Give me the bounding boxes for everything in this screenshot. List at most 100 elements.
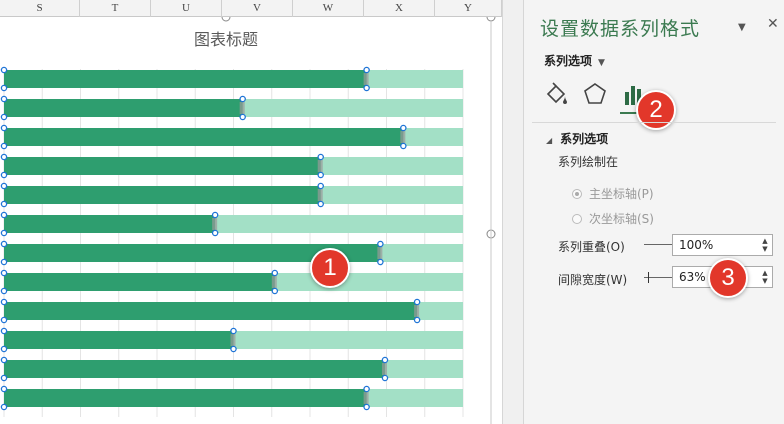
selection-handle[interactable] bbox=[377, 240, 384, 248]
selection-handle[interactable] bbox=[413, 316, 421, 324]
spin-buttons[interactable]: ▲ ▼ bbox=[761, 237, 769, 253]
column-header-x[interactable]: X bbox=[364, 0, 435, 17]
selection-handle[interactable] bbox=[377, 258, 384, 266]
value-bar[interactable] bbox=[4, 186, 321, 204]
column-header-u[interactable]: U bbox=[151, 0, 222, 17]
value-bar[interactable] bbox=[4, 157, 321, 175]
vertical-scrollbar[interactable] bbox=[502, 0, 524, 424]
selection-handle[interactable] bbox=[230, 327, 237, 335]
value-bar[interactable] bbox=[4, 70, 367, 88]
selection-handle[interactable] bbox=[0, 153, 8, 161]
bar-end-marker bbox=[363, 392, 369, 404]
value-bar[interactable] bbox=[4, 331, 234, 349]
selection-handle[interactable] bbox=[271, 269, 279, 277]
column-header-v[interactable]: V bbox=[222, 0, 293, 17]
selection-handle[interactable] bbox=[0, 356, 8, 364]
selection-handle[interactable] bbox=[0, 327, 8, 335]
selection-handle[interactable] bbox=[400, 142, 407, 150]
selection-handle[interactable] bbox=[239, 95, 246, 103]
bar-end-marker bbox=[363, 73, 369, 85]
selection-handle[interactable] bbox=[230, 345, 237, 353]
gap-width-label: 间隙宽度(W) bbox=[558, 273, 628, 287]
spin-buttons[interactable]: ▲ ▼ bbox=[761, 269, 769, 285]
selection-handle[interactable] bbox=[0, 287, 8, 295]
section-series-options[interactable]: ◢ 系列选项 bbox=[546, 130, 608, 147]
chart-resize-handle-top[interactable] bbox=[221, 17, 231, 22]
selection-handle[interactable] bbox=[317, 182, 324, 190]
secondary-axis-label: 次坐标轴(S) bbox=[589, 212, 654, 226]
value-bar[interactable] bbox=[4, 215, 216, 233]
selection-handle[interactable] bbox=[381, 356, 389, 364]
paint-bucket-icon[interactable] bbox=[542, 80, 572, 110]
selection-handle[interactable] bbox=[0, 200, 8, 208]
gap-width-slider[interactable] bbox=[644, 272, 674, 284]
bar-end-marker bbox=[414, 305, 420, 317]
selection-handle[interactable] bbox=[0, 269, 8, 277]
series-overlap-input[interactable]: 100% ▲ ▼ bbox=[672, 234, 773, 256]
selection-handle[interactable] bbox=[0, 229, 8, 237]
selection-handle[interactable] bbox=[0, 403, 8, 411]
column-header-s[interactable]: S bbox=[0, 0, 80, 17]
selection-handle[interactable] bbox=[363, 84, 370, 92]
secondary-axis-radio[interactable]: 次坐标轴(S) bbox=[572, 210, 654, 227]
close-icon[interactable]: ✕ bbox=[767, 16, 779, 32]
column-header-w[interactable]: W bbox=[293, 0, 364, 17]
selection-handle[interactable] bbox=[0, 66, 8, 74]
column-header-y[interactable]: Y bbox=[435, 0, 502, 17]
selection-handle[interactable] bbox=[0, 142, 8, 150]
bar-end-marker bbox=[381, 363, 387, 375]
bar-end-marker bbox=[400, 131, 406, 143]
value-bar[interactable] bbox=[4, 302, 418, 320]
value-bar[interactable] bbox=[4, 360, 385, 378]
bar-end-marker bbox=[317, 160, 323, 172]
selection-handle[interactable] bbox=[363, 403, 370, 411]
bar-chart[interactable]: 图表标题 bbox=[0, 17, 502, 424]
chart-resize-handle-top-right[interactable] bbox=[486, 17, 496, 22]
selection-handle[interactable] bbox=[0, 345, 8, 353]
selection-handle[interactable] bbox=[0, 374, 8, 382]
value-bar[interactable] bbox=[4, 99, 243, 117]
selection-handle[interactable] bbox=[0, 385, 8, 393]
value-bar[interactable] bbox=[4, 389, 367, 407]
selection-handle[interactable] bbox=[400, 124, 407, 132]
selection-handle[interactable] bbox=[0, 258, 8, 266]
value-bar[interactable] bbox=[4, 273, 275, 291]
pentagon-icon[interactable] bbox=[580, 80, 610, 110]
selection-handle[interactable] bbox=[317, 153, 324, 161]
chart-title[interactable]: 图表标题 bbox=[194, 30, 258, 49]
selection-handle[interactable] bbox=[0, 240, 8, 248]
selection-handle[interactable] bbox=[211, 211, 219, 219]
selection-handle[interactable] bbox=[0, 316, 8, 324]
primary-axis-label: 主坐标轴(P) bbox=[589, 187, 654, 201]
selection-handle[interactable] bbox=[271, 287, 279, 295]
plot-series-on-label: 系列绘制在 bbox=[558, 155, 619, 169]
selection-handle[interactable] bbox=[239, 113, 246, 121]
selection-handle[interactable] bbox=[0, 298, 8, 306]
column-header-t[interactable]: T bbox=[80, 0, 151, 17]
selection-handle[interactable] bbox=[413, 298, 421, 306]
primary-axis-radio[interactable]: 主坐标轴(P) bbox=[572, 185, 654, 202]
selection-handle[interactable] bbox=[317, 200, 324, 208]
selection-handle[interactable] bbox=[363, 66, 370, 74]
selection-handle[interactable] bbox=[0, 124, 8, 132]
callout-badge-2: 2 bbox=[636, 90, 676, 130]
radio-dot bbox=[572, 188, 582, 199]
selection-handle[interactable] bbox=[0, 182, 8, 190]
series-overlap-slider[interactable] bbox=[644, 239, 675, 251]
column-header-bar: S T U V W X Y bbox=[0, 0, 502, 17]
selection-handle[interactable] bbox=[0, 95, 8, 103]
selection-handle[interactable] bbox=[211, 229, 219, 237]
selection-handle[interactable] bbox=[0, 113, 8, 121]
series-options-dropdown[interactable]: 系列选项 ▼ bbox=[544, 52, 605, 69]
pane-options-dropdown-icon[interactable]: ▼ bbox=[738, 22, 746, 33]
selection-handle[interactable] bbox=[317, 171, 324, 179]
pane-divider bbox=[532, 122, 776, 123]
selection-handle[interactable] bbox=[0, 211, 8, 219]
selection-handle[interactable] bbox=[363, 385, 370, 393]
selection-handle[interactable] bbox=[0, 84, 8, 92]
value-bar[interactable] bbox=[4, 128, 404, 146]
series-overlap-value: 100% bbox=[679, 238, 714, 252]
selection-handle[interactable] bbox=[0, 171, 8, 179]
slider-thumb[interactable] bbox=[647, 272, 649, 283]
selection-handle[interactable] bbox=[381, 374, 389, 382]
